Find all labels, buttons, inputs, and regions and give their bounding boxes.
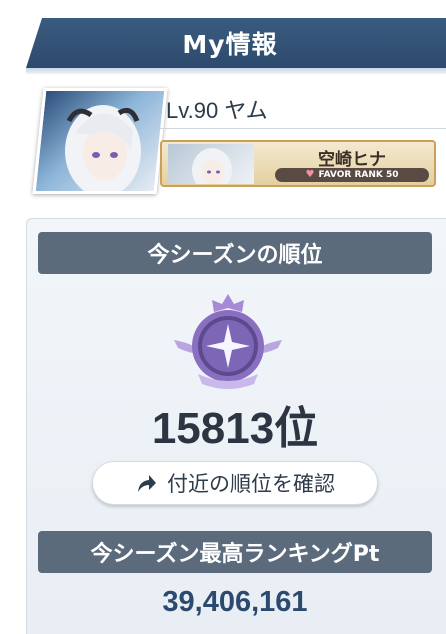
season-rank-value: 15813位 bbox=[151, 404, 319, 453]
favor-student-thumbnail bbox=[168, 144, 254, 184]
avatar-portrait-icon bbox=[65, 105, 141, 191]
nearby-rank-button-label: 付近の順位を確認 bbox=[167, 472, 335, 496]
share-arrow-icon bbox=[135, 472, 157, 494]
title-underline bbox=[26, 68, 446, 74]
favor-student-name: 空崎ヒナ bbox=[318, 150, 386, 170]
student-portrait-icon bbox=[192, 148, 232, 184]
favor-rank-badge: ♥ FAVOR RANK 50 bbox=[275, 168, 429, 182]
heart-icon: ♥ bbox=[305, 169, 315, 180]
player-avatar[interactable] bbox=[32, 88, 168, 194]
title-banner: My情報 bbox=[26, 18, 446, 68]
season-best-header: 今シーズン最高ランキングPt bbox=[38, 531, 432, 573]
season-rank-header: 今シーズンの順位 bbox=[38, 232, 432, 274]
player-level-name: Lv.90 ヤム bbox=[166, 98, 268, 123]
favor-student-card[interactable]: 空崎ヒナ ♥ FAVOR RANK 50 bbox=[160, 140, 436, 187]
rank-emblem-icon bbox=[174, 294, 282, 389]
season-best-value: 39,406,161 bbox=[162, 586, 308, 618]
favor-rank-label: FAVOR RANK 50 bbox=[318, 170, 399, 180]
page-title: My情報 bbox=[182, 30, 278, 59]
divider bbox=[160, 128, 446, 129]
nearby-rank-button[interactable]: 付近の順位を確認 bbox=[92, 461, 378, 505]
